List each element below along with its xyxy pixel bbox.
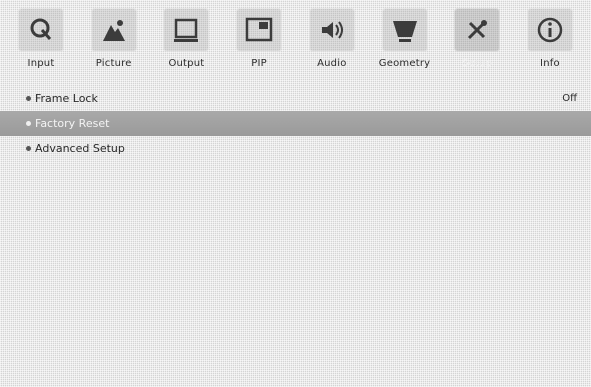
tab-pip-label: PIP	[251, 58, 267, 69]
output-icon	[163, 8, 210, 52]
tab-audio-label: Audio	[317, 58, 347, 69]
pip-icon	[236, 8, 283, 52]
picture-icon	[90, 8, 137, 52]
menu-item-value: Off	[562, 93, 577, 104]
menu-item-label: Factory Reset	[35, 117, 110, 130]
tab-picture-label: Picture	[95, 58, 132, 69]
audio-icon	[308, 8, 355, 52]
bullet-icon	[26, 146, 31, 151]
menu-item-advanced-setup[interactable]: Advanced Setup	[0, 136, 591, 161]
menu-item-label: Advanced Setup	[35, 142, 125, 155]
setup-menu-list: Frame Lock Off Factory Reset Advanced Se…	[0, 86, 591, 161]
tab-info-label: Info	[540, 58, 560, 69]
tab-output-label: Output	[168, 58, 205, 69]
tab-setup-label: Setup	[462, 58, 493, 69]
bullet-icon	[26, 121, 31, 126]
tab-picture[interactable]: Picture	[81, 6, 147, 76]
tab-geometry[interactable]: Geometry	[372, 6, 438, 76]
tab-audio[interactable]: Audio	[299, 6, 365, 76]
tab-geometry-label: Geometry	[378, 58, 431, 69]
tab-pip[interactable]: PIP	[226, 6, 292, 76]
tab-info[interactable]: Info	[517, 6, 583, 76]
menu-item-label: Frame Lock	[35, 92, 98, 105]
setup-icon	[454, 8, 501, 52]
tab-setup[interactable]: Setup	[444, 6, 510, 76]
tab-input-label: Input	[27, 58, 55, 69]
top-menu-tabs: Input Picture Output PIP Audio Geometry …	[8, 6, 583, 76]
tab-input[interactable]: Input	[8, 6, 74, 76]
bullet-icon	[26, 96, 31, 101]
geometry-icon	[381, 8, 428, 52]
setup-menu-screen: Input Picture Output PIP Audio Geometry …	[0, 0, 591, 387]
input-icon	[18, 8, 64, 52]
info-icon	[526, 8, 573, 52]
tab-output[interactable]: Output	[153, 6, 219, 76]
menu-item-factory-reset[interactable]: Factory Reset	[0, 111, 591, 136]
menu-item-frame-lock[interactable]: Frame Lock Off	[0, 86, 591, 111]
